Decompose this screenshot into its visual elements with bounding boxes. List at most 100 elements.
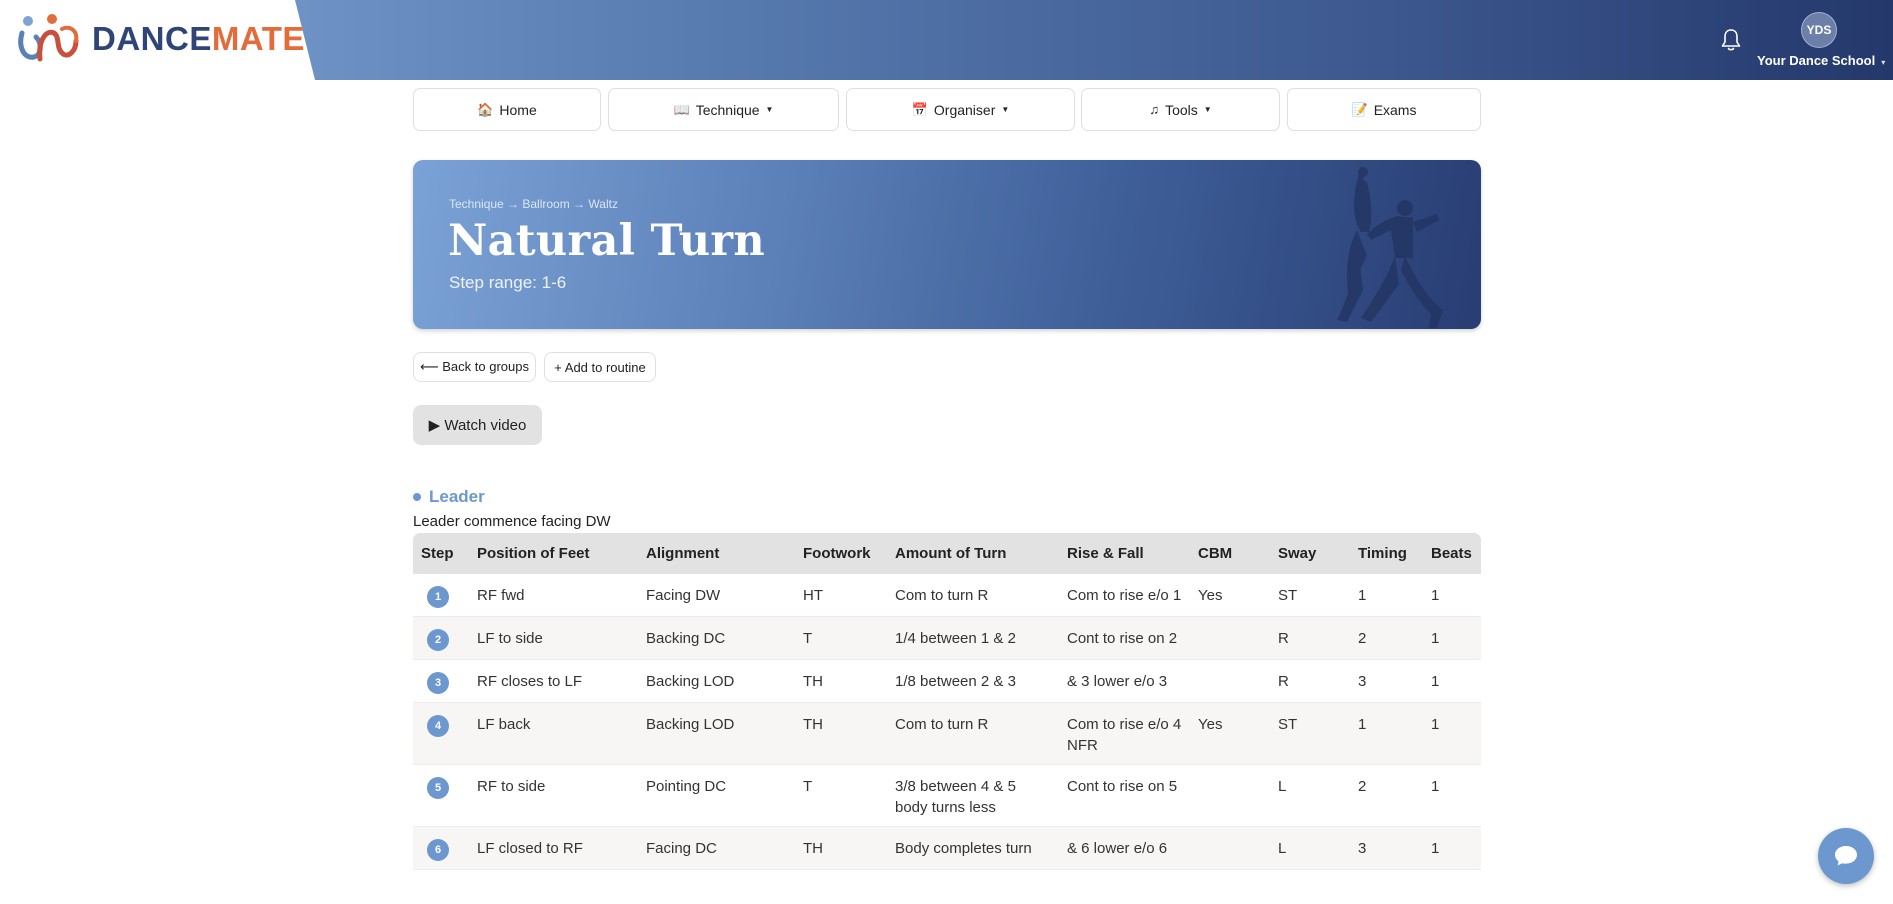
column-header: Alignment <box>638 533 795 574</box>
step-range: Step range: 1-6 <box>449 273 567 292</box>
table-cell: R <box>1270 659 1350 703</box>
table-cell: Body completes turn <box>887 826 1059 870</box>
step-number-badge: 6 <box>427 839 449 861</box>
school-name: Your Dance School <box>1757 53 1876 68</box>
table-cell: Cont to rise on 2 <box>1059 616 1190 660</box>
home-icon: 🏠 <box>477 101 494 117</box>
steps-table: Step Position of Feet Alignment Footwork… <box>413 533 1481 870</box>
step-number-badge: 1 <box>427 586 449 608</box>
section-note: Leader commence facing DW <box>413 513 611 530</box>
table-cell: L <box>1270 764 1350 827</box>
bell-icon[interactable] <box>1719 27 1743 53</box>
brand-name-part1: DANCE <box>92 20 212 57</box>
step-number-badge: 5 <box>427 777 449 799</box>
column-header: CBM <box>1190 533 1270 574</box>
table-cell: 1 <box>1423 616 1481 660</box>
hero-banner: Technique → Ballroom → Waltz Natural Tur… <box>413 160 1481 329</box>
step-cell: 1 <box>413 574 469 617</box>
logo-mark-icon <box>18 14 79 62</box>
nav-tools[interactable]: ♫ Tools ▼ <box>1081 88 1280 131</box>
nav-technique[interactable]: 📖 Technique ▼ <box>608 88 839 131</box>
table-cell: RF fwd <box>469 574 638 617</box>
step-cell: 4 <box>413 702 469 765</box>
table-cell: LF closed to RF <box>469 826 638 870</box>
column-header: Position of Feet <box>469 533 638 574</box>
add-to-routine-button[interactable]: + Add to routine <box>544 352 656 382</box>
table-cell: Backing LOD <box>638 702 795 765</box>
table-cell: Com to rise e/o 4 NFR <box>1059 702 1190 765</box>
table-cell: 1 <box>1423 659 1481 703</box>
table-row: 3 RF closes to LF Backing LOD TH 1/8 bet… <box>413 659 1481 703</box>
table-cell: 1 <box>1423 764 1481 827</box>
table-cell <box>1190 659 1270 703</box>
memo-icon: 📝 <box>1351 101 1368 117</box>
table-cell: T <box>795 764 887 827</box>
table-row: 1 RF fwd Facing DW HT Com to turn R Com … <box>413 574 1481 617</box>
table-cell: Cont to rise on 5 <box>1059 764 1190 827</box>
table-cell: RF to side <box>469 764 638 827</box>
back-to-groups-button[interactable]: ⟵ Back to groups <box>413 352 536 382</box>
step-cell: 2 <box>413 616 469 660</box>
table-cell: 2 <box>1350 764 1423 827</box>
school-menu[interactable]: Your Dance School ▾ <box>1757 53 1885 68</box>
table-cell: 1 <box>1350 574 1423 617</box>
table-header-row: Step Position of Feet Alignment Footwork… <box>413 533 1481 574</box>
table-cell: Com to rise e/o 1 <box>1059 574 1190 617</box>
nav-tools-label: Tools <box>1165 101 1198 118</box>
breadcrumb[interactable]: Technique → Ballroom → Waltz <box>449 197 618 211</box>
logo-text: DANCEMATE <box>92 20 305 58</box>
chat-bubble-icon <box>1835 846 1857 866</box>
section-heading: Leader <box>413 487 485 507</box>
table-cell: Yes <box>1190 702 1270 765</box>
table-cell: Facing DW <box>638 574 795 617</box>
table-cell: 1 <box>1423 702 1481 765</box>
table-cell: 3 <box>1350 659 1423 703</box>
table-cell: 2 <box>1350 616 1423 660</box>
nav-technique-label: Technique <box>695 101 760 118</box>
table-cell: ST <box>1270 574 1350 617</box>
book-icon: 📖 <box>673 101 690 117</box>
table-cell: 3 <box>1350 826 1423 870</box>
table-cell: T <box>795 616 887 660</box>
table-cell: ST <box>1270 702 1350 765</box>
step-number-badge: 2 <box>427 629 449 651</box>
logo[interactable]: DANCEMATE <box>0 0 315 80</box>
table-cell: Com to turn R <box>887 702 1059 765</box>
step-cell: 5 <box>413 764 469 827</box>
table-cell: RF closes to LF <box>469 659 638 703</box>
table-row: 4 LF back Backing LOD TH Com to turn R C… <box>413 702 1481 765</box>
chat-button[interactable] <box>1818 828 1874 884</box>
music-note-icon: ♫ <box>1149 102 1160 117</box>
table-cell: TH <box>795 826 887 870</box>
column-header: Amount of Turn <box>887 533 1059 574</box>
chevron-down-icon: ▼ <box>765 105 774 114</box>
nav-organiser[interactable]: 📅 Organiser ▼ <box>846 88 1075 131</box>
table-cell: Com to turn R <box>887 574 1059 617</box>
table-cell: Backing DC <box>638 616 795 660</box>
section-heading-text: Leader <box>429 487 485 506</box>
avatar[interactable]: YDS <box>1801 12 1837 48</box>
column-header: Sway <box>1270 533 1350 574</box>
table-cell <box>1190 764 1270 827</box>
table-cell: Yes <box>1190 574 1270 617</box>
table-cell: LF to side <box>469 616 638 660</box>
table-cell: Facing DC <box>638 826 795 870</box>
table-cell: 1/8 between 2 & 3 <box>887 659 1059 703</box>
column-header: Step <box>413 533 469 574</box>
table-cell: 1 <box>1350 702 1423 765</box>
column-header: Footwork <box>795 533 887 574</box>
table-cell <box>1190 616 1270 660</box>
brand-name-part2: MATE <box>211 20 305 57</box>
table-cell: HT <box>795 574 887 617</box>
table-row: 5 RF to side Pointing DC T 3/8 between 4… <box>413 764 1481 827</box>
watch-video-button[interactable]: ▶ Watch video <box>413 405 542 445</box>
nav-home[interactable]: 🏠 Home <box>413 88 601 131</box>
table-cell: TH <box>795 659 887 703</box>
nav-home-label: Home <box>499 101 537 118</box>
bullet-icon <box>413 493 421 501</box>
chevron-down-icon: ▼ <box>1001 105 1010 114</box>
nav-exams[interactable]: 📝 Exams <box>1287 88 1481 131</box>
page-title: Natural Turn <box>448 216 765 266</box>
top-bar: DANCEMATE YDS Your Dance School ▾ <box>0 0 1893 80</box>
table-cell: L <box>1270 826 1350 870</box>
